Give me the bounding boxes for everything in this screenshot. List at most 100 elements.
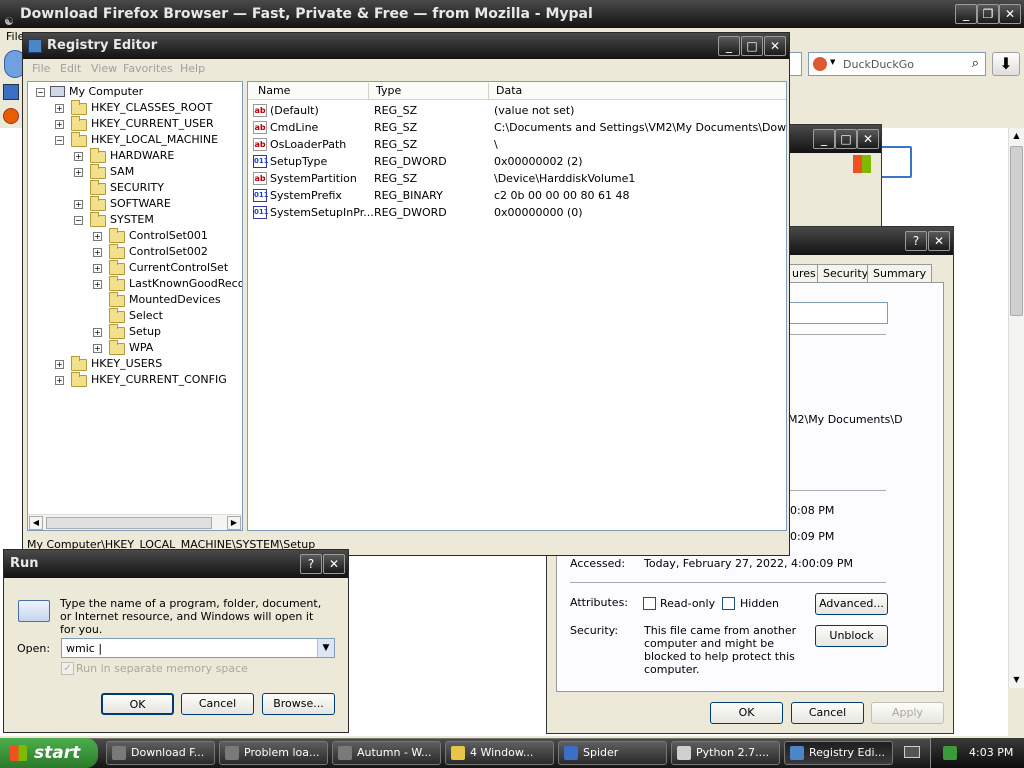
properties-ok-button[interactable]: OK [710, 702, 783, 724]
browser-minimize-button[interactable]: _ [955, 4, 977, 24]
scroll-up-icon[interactable]: ▲ [1009, 128, 1024, 144]
run-open-combobox[interactable]: wmic | ▼ [61, 638, 335, 658]
scroll-right-icon[interactable]: ▶ [227, 516, 241, 530]
tree-pane[interactable]: − My Computer + HKEY_CLASSES_ROOT + HKEY_CURR… [27, 81, 243, 531]
expand-icon[interactable]: + [74, 200, 83, 209]
browser-scrollbar[interactable]: ▲ ▼ [1008, 128, 1024, 688]
tree-node[interactable]: + LastKnownGoodRecove [28, 276, 242, 292]
run-open-input[interactable]: wmic | [66, 642, 102, 655]
tree-node[interactable]: + HKEY_CURRENT_CONFIG [28, 372, 242, 388]
search-magnifier-icon[interactable]: ⌕ [972, 56, 979, 71]
properties-cancel-button[interactable]: Cancel [791, 702, 864, 724]
menu-edit[interactable]: Edit [60, 62, 81, 75]
menu-file[interactable]: File [32, 62, 50, 75]
menu-view[interactable]: View [91, 62, 117, 75]
tree-node[interactable]: + Setup [28, 324, 242, 340]
search-box[interactable]: ▼ DuckDuckGo ⌕ [808, 52, 986, 76]
menu-help[interactable]: Help [180, 62, 205, 75]
expand-icon[interactable]: + [74, 168, 83, 177]
regedit-maximize-button[interactable]: □ [741, 36, 763, 56]
expand-icon[interactable]: + [93, 264, 102, 273]
search-input[interactable]: DuckDuckGo [843, 58, 914, 71]
values-pane[interactable]: Name Type Data ab (Default) REG_SZ (value n… [247, 81, 787, 531]
tree-node[interactable]: + SAM [28, 164, 242, 180]
scroll-left-icon[interactable]: ◀ [29, 516, 43, 530]
tree-node[interactable]: MountedDevices [28, 292, 242, 308]
taskbar-item[interactable]: Problem loa... [219, 741, 328, 765]
expand-icon[interactable]: + [55, 104, 64, 113]
expand-icon[interactable]: + [93, 248, 102, 257]
middle-maximize-button[interactable]: □ [835, 129, 857, 149]
browser-tab-icon[interactable] [3, 108, 19, 124]
tree-node[interactable]: − SYSTEM [28, 212, 242, 228]
collapse-icon[interactable]: − [36, 88, 45, 97]
properties-apply-button[interactable]: Apply [871, 702, 944, 724]
run-help-button[interactable]: ? [300, 554, 322, 574]
expand-icon[interactable]: + [93, 328, 102, 337]
download-button[interactable]: ⬇ [992, 52, 1020, 76]
run-browse-button[interactable]: Browse... [262, 693, 335, 715]
properties-close-button[interactable]: ✕ [928, 231, 950, 251]
tree-node[interactable]: + WPA [28, 340, 242, 356]
taskbar-item[interactable]: Python 2.7.... [671, 741, 780, 765]
tree-hscrollbar[interactable]: ◀ ▶ [28, 514, 242, 530]
taskbar-keyboard-icon[interactable] [904, 746, 920, 758]
value-row[interactable]: ab OsLoaderPath REG_SZ \ [248, 136, 786, 153]
taskbar-item[interactable]: 4 Window... [445, 741, 554, 765]
run-cancel-button[interactable]: Cancel [181, 693, 254, 715]
value-row[interactable]: ab SystemPartition REG_SZ \Device\HarddiskV… [248, 170, 786, 187]
value-row[interactable]: 011 SetupType REG_DWORD 0x00000002 (2) [248, 153, 786, 170]
value-row[interactable]: ab (Default) REG_SZ (value not set) [248, 102, 786, 119]
browser-restore-button[interactable]: ❐ [977, 4, 999, 24]
col-type[interactable]: Type [376, 84, 401, 97]
browser-close-button[interactable]: ✕ [999, 4, 1021, 24]
tab-summary[interactable]: Summary [867, 264, 933, 282]
tree-node[interactable]: + HKEY_CURRENT_USER [28, 116, 242, 132]
tree-node[interactable]: Select [28, 308, 242, 324]
tree-node[interactable]: − My Computer [28, 84, 242, 100]
expand-icon[interactable]: + [93, 344, 102, 353]
taskbar-item[interactable]: Autumn - W... [332, 741, 441, 765]
unblock-button[interactable]: Unblock [815, 625, 888, 647]
readonly-label[interactable]: Read-only [660, 597, 715, 610]
tree-node[interactable]: + SOFTWARE [28, 196, 242, 212]
collapse-icon[interactable]: − [55, 136, 64, 145]
scroll-thumb[interactable] [1010, 146, 1023, 316]
filename-field[interactable] [786, 302, 888, 324]
start-button[interactable]: start [0, 738, 98, 768]
run-close-button[interactable]: ✕ [323, 554, 345, 574]
taskbar-item[interactable]: Registry Edi... [784, 741, 893, 765]
network-tray-icon[interactable] [943, 746, 957, 760]
tree-node[interactable]: − HKEY_LOCAL_MACHINE [28, 132, 242, 148]
advanced-button[interactable]: Advanced... [815, 593, 888, 615]
middle-minimize-button[interactable]: _ [813, 129, 835, 149]
tree-node[interactable]: + HARDWARE [28, 148, 242, 164]
combo-dropdown-icon[interactable]: ▼ [317, 639, 334, 657]
regedit-close-button[interactable]: ✕ [764, 36, 786, 56]
run-ok-button[interactable]: OK [101, 693, 174, 715]
col-name[interactable]: Name [258, 84, 290, 97]
search-engine-dropdown-icon[interactable]: ▼ [830, 58, 835, 66]
properties-help-button[interactable]: ? [905, 231, 927, 251]
tree-scroll-thumb[interactable] [46, 517, 212, 529]
tree-node[interactable]: + CurrentControlSet [28, 260, 242, 276]
menu-favorites[interactable]: Favorites [123, 62, 173, 75]
value-row[interactable]: 011 SystemSetupInPr... REG_DWORD 0x00000000… [248, 204, 786, 221]
hidden-checkbox[interactable] [722, 597, 735, 610]
expand-icon[interactable]: + [93, 280, 102, 289]
scroll-down-icon[interactable]: ▼ [1009, 672, 1024, 688]
expand-icon[interactable]: + [55, 360, 64, 369]
col-data[interactable]: Data [496, 84, 522, 97]
tree-node[interactable]: + HKEY_USERS [28, 356, 242, 372]
expand-icon[interactable]: + [55, 120, 64, 129]
hidden-label[interactable]: Hidden [740, 597, 779, 610]
readonly-checkbox[interactable] [643, 597, 656, 610]
value-row[interactable]: 011 SystemPrefix REG_BINARY c2 0b 00 00 00 … [248, 187, 786, 204]
value-row[interactable]: ab CmdLine REG_SZ C:\Documents and Settings… [248, 119, 786, 136]
taskbar-item[interactable]: Spider [558, 741, 667, 765]
middle-close-button[interactable]: ✕ [857, 129, 879, 149]
expand-icon[interactable]: + [55, 376, 64, 385]
regedit-minimize-button[interactable]: _ [718, 36, 740, 56]
collapse-icon[interactable]: − [74, 216, 83, 225]
expand-icon[interactable]: + [93, 232, 102, 241]
